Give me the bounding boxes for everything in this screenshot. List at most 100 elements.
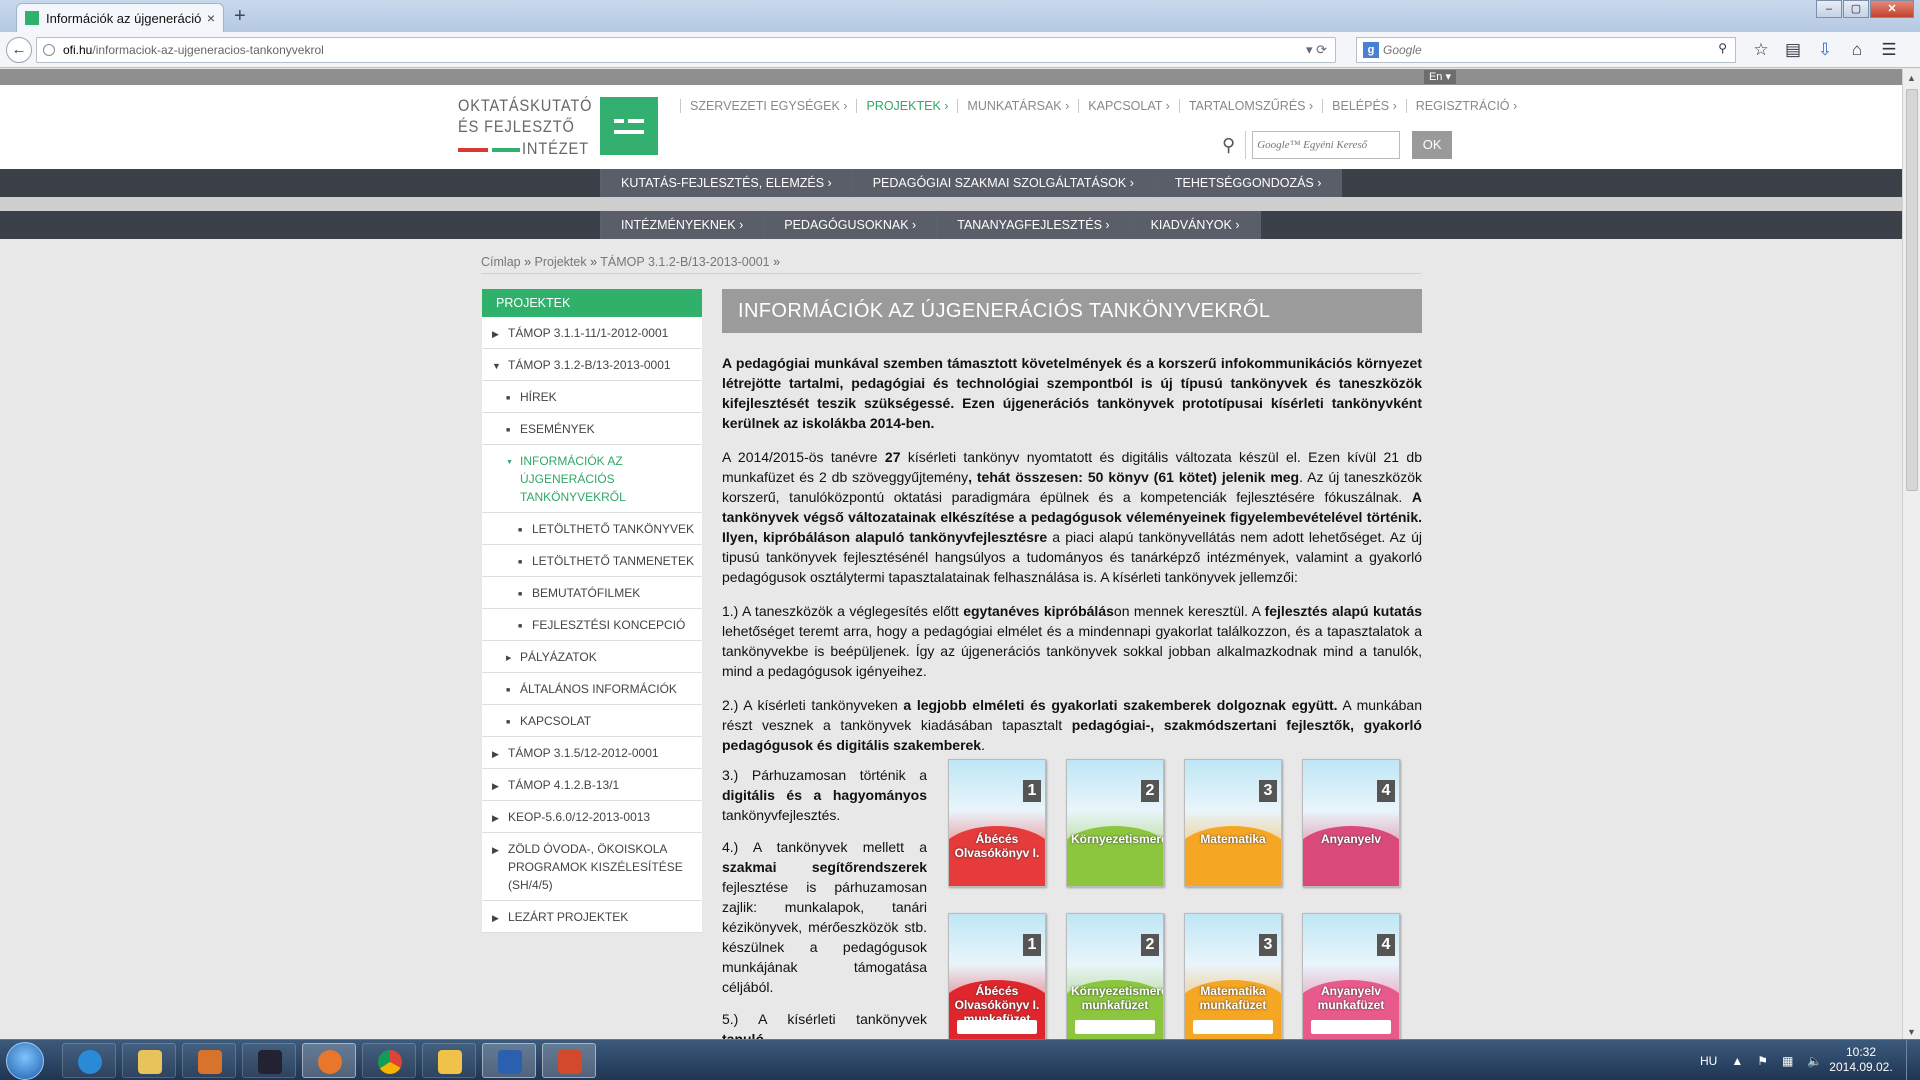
sidebar-item[interactable]: ■ BEMUTATÓFILMEK — [482, 577, 702, 609]
sidebar-item[interactable]: ■ LETÖLTHETŐ TANKÖNYVEK — [482, 513, 702, 545]
sidebar-item[interactable]: ■ ESEMÉNYEK — [482, 413, 702, 445]
language-selector[interactable]: En ▾ — [1424, 70, 1456, 84]
sidebar-item[interactable]: ▶ TÁMOP 4.1.2.B-13/1 — [482, 769, 702, 801]
bookmark-star-icon[interactable]: ☆ — [1745, 38, 1777, 62]
top-menu-item[interactable]: BELÉPÉS › — [1322, 99, 1406, 113]
sidebar-item[interactable]: ■ HÍREK — [482, 381, 702, 413]
browser-titlebar: Információk az újgeneráció... × + – ▢ ✕ — [0, 0, 1920, 32]
explorer-icon[interactable] — [122, 1043, 176, 1078]
book-cover[interactable]: 3 Matematika — [1184, 759, 1282, 887]
search-icon[interactable]: ⚲ — [1718, 41, 1727, 55]
url-bar[interactable]: ofi.hu/informaciok-az-ujgeneracios-tanko… — [36, 37, 1336, 63]
sidebar-item[interactable]: ■ ÁLTALÁNOS INFORMÁCIÓK — [482, 673, 702, 705]
sidebar-item[interactable]: ▶ ZÖLD ÓVODA-, ÖKOISKOLA PROGRAMOK KISZÉL… — [482, 833, 702, 901]
text-run: tanuló- — [722, 1031, 769, 1039]
sidebar-item[interactable]: ▶ TÁMOP 3.1.1-11/1-2012-0001 — [482, 317, 702, 349]
ie-icon[interactable] — [62, 1043, 116, 1078]
home-icon[interactable]: ⌂ — [1841, 38, 1873, 62]
book-cover[interactable]: 2 Környezetismeret — [1066, 759, 1164, 887]
main-menu-item[interactable]: TANANYAGFEJLESZTÉS › — [937, 211, 1131, 239]
mail-icon[interactable] — [422, 1043, 476, 1078]
book-cover[interactable]: 4 Anyanyelv munkafüzet — [1302, 913, 1400, 1039]
top-menu-item[interactable]: REGISZTRÁCIÓ › — [1405, 99, 1526, 113]
volume-icon[interactable]: 🔈 — [1807, 1054, 1822, 1068]
bookmarks-list-icon[interactable]: ▤ — [1777, 38, 1809, 62]
flag-icon[interactable]: ⚑ — [1757, 1054, 1768, 1068]
presentation-icon[interactable] — [542, 1043, 596, 1078]
tab-close-icon[interactable]: × — [207, 10, 215, 26]
scrollbar-thumb[interactable] — [1906, 89, 1918, 491]
sidebar-item[interactable]: ▼ TÁMOP 3.1.2-B/13-2013-0001 — [482, 349, 702, 381]
sidebar-marker-icon: ▶ — [492, 913, 499, 923]
firefox-icon[interactable] — [302, 1043, 356, 1078]
clock[interactable]: 10:32 2014.09.02. — [1826, 1045, 1896, 1075]
book-cover[interactable]: 4 Anyanyelv — [1302, 759, 1400, 887]
sidebar-item[interactable]: ▼ INFORMÁCIÓK AZ ÚJGENERÁCIÓS TANKÖNYVEKR… — [482, 445, 702, 513]
show-desktop-button[interactable] — [1906, 1040, 1920, 1080]
new-tab-button[interactable]: + — [234, 5, 246, 27]
clock-date: 2014.09.02. — [1829, 1060, 1893, 1074]
main-menu-item[interactable]: PEDAGÓGIAI SZAKMAI SZOLGÁLTATÁSOK › — [852, 169, 1155, 197]
sidebar-item-label: ZÖLD ÓVODA-, ÖKOISKOLA PROGRAMOK KISZÉLE… — [508, 842, 683, 892]
tray-expand-icon[interactable]: ▲ — [1731, 1054, 1743, 1068]
sidebar-item[interactable]: ■ LETÖLTHETŐ TANMENETEK — [482, 545, 702, 577]
app-icon[interactable] — [242, 1043, 296, 1078]
start-button[interactable] — [6, 1042, 44, 1080]
reload-icon[interactable]: ▾ ⟳ — [1306, 42, 1327, 58]
sidebar-item[interactable]: ▶ LEZÁRT PROJEKTEK — [482, 901, 702, 933]
top-menu-item[interactable]: TARTALOMSZŰRÉS › — [1178, 99, 1322, 113]
top-menu-item[interactable]: SZERVEZETI EGYSÉGEK › — [680, 99, 856, 113]
page-scrollbar[interactable]: ▲ ▼ — [1902, 69, 1920, 1039]
sidebar-item-label: LETÖLTHETŐ TANMENETEK — [532, 554, 695, 568]
breadcrumb-separator: » — [769, 255, 781, 269]
breadcrumb-link[interactable]: Címlap — [481, 255, 521, 269]
site-search: ⚲ OK — [1222, 131, 1453, 159]
sidebar-marker-icon: ■ — [518, 527, 523, 534]
left-text-column: 3.) Párhuzamosan történik a digitális és… — [722, 755, 927, 1039]
main-menu-item[interactable]: KIADVÁNYOK › — [1130, 211, 1261, 239]
download-icon[interactable]: ⇩ — [1809, 38, 1841, 62]
browser-search-box[interactable]: g Google ⚲ — [1356, 37, 1736, 63]
main-menu-item[interactable]: KUTATÁS-FEJLESZTÉS, ELEMZÉS › — [600, 169, 853, 197]
site-logo[interactable]: OKTATÁSKUTATÓ ÉS FEJLESZTŐ INTÉZET — [458, 95, 658, 159]
book-cover[interactable]: 1 Ábécés Olvasókönyv I. munkafüzet — [948, 913, 1046, 1039]
top-menu-item[interactable]: PROJEKTEK › — [856, 99, 957, 113]
network-icon[interactable]: ▦ — [1782, 1054, 1793, 1068]
top-menu-item[interactable]: KAPCSOLAT › — [1078, 99, 1179, 113]
book-cover[interactable]: 3 Matematika munkafüzet — [1184, 913, 1282, 1039]
sidebar-marker-icon: ▶ — [492, 749, 499, 759]
breadcrumb-link[interactable]: Projektek — [535, 255, 587, 269]
search-icon: ⚲ — [1222, 134, 1236, 155]
main-menu-item[interactable]: TEHETSÉGGONDOZÁS › — [1154, 169, 1343, 197]
site-search-input[interactable] — [1252, 131, 1401, 159]
sidebar-item[interactable]: ▶ TÁMOP 3.1.5/12-2012-0001 — [482, 737, 702, 769]
sidebar-title[interactable]: PROJEKTEK — [482, 289, 702, 317]
breadcrumb-link[interactable]: TÁMOP 3.1.2-B/13-2013-0001 — [600, 255, 769, 269]
book-cover[interactable]: 1 Ábécés Olvasókönyv I. — [948, 759, 1046, 887]
sidebar-item[interactable]: ■ KAPCSOLAT — [482, 705, 702, 737]
maximize-button[interactable]: ▢ — [1843, 0, 1869, 18]
scroll-down-icon[interactable]: ▼ — [1907, 1027, 1916, 1037]
main-menu-item[interactable]: INTÉZMÉNYEKNEK › — [600, 211, 765, 239]
sidebar-item[interactable]: ▶ KEOP-5.6.0/12-2013-0013 — [482, 801, 702, 833]
text-run: 1.) A taneszközök a véglegesítés előtt — [722, 603, 964, 619]
text-run: A 2014/2015-ös tanévre — [722, 449, 885, 465]
scroll-up-icon[interactable]: ▲ — [1907, 73, 1916, 83]
top-menu-item[interactable]: MUNKATÁRSAK › — [957, 99, 1078, 113]
media-player-icon[interactable] — [182, 1043, 236, 1078]
minimize-button[interactable]: – — [1816, 0, 1842, 18]
main-menu-item[interactable]: PEDAGÓGUSOKNAK › — [764, 211, 938, 239]
back-button[interactable]: ← — [6, 37, 32, 63]
book-cover[interactable]: 2 Környezetismeret munkafüzet — [1066, 913, 1164, 1039]
close-window-button[interactable]: ✕ — [1870, 0, 1914, 18]
sidebar-marker-icon: ▶ — [492, 813, 499, 823]
word-icon[interactable] — [482, 1043, 536, 1078]
site-search-button[interactable]: OK — [1412, 131, 1453, 159]
paragraph-5: 3.) Párhuzamosan történik a digitális és… — [722, 765, 927, 825]
chrome-icon[interactable] — [362, 1043, 416, 1078]
input-language[interactable]: HU — [1700, 1054, 1717, 1068]
browser-tab-active[interactable]: Információk az újgeneráció... × — [16, 3, 224, 32]
sidebar-item[interactable]: ■ FEJLESZTÉSI KONCEPCIÓ — [482, 609, 702, 641]
menu-icon[interactable]: ☰ — [1873, 38, 1905, 62]
sidebar-item[interactable]: ▶ PÁLYÁZATOK — [482, 641, 702, 673]
